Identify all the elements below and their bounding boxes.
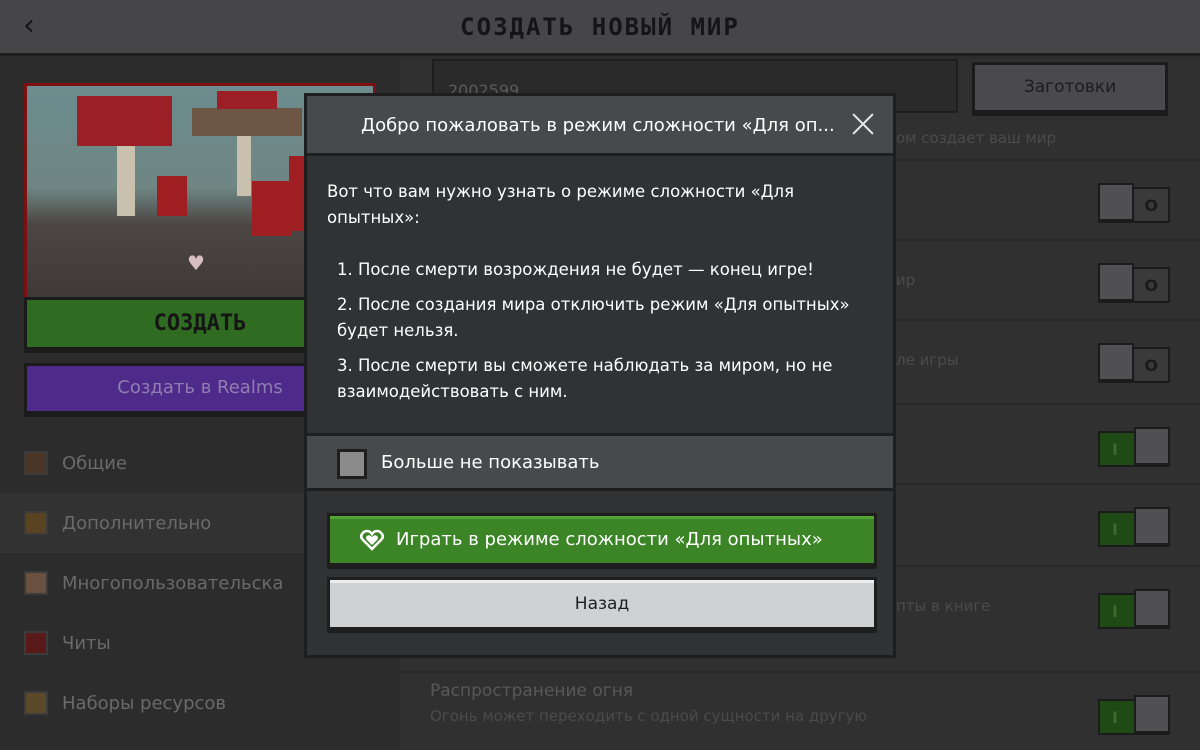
dialog-body: Вот что вам нужно узнать о режиме сложно… bbox=[307, 159, 893, 433]
nav-item-resource-packs[interactable]: Наборы ресурсов bbox=[0, 673, 400, 733]
toggle-switch[interactable]: I bbox=[1098, 695, 1170, 735]
setting-label: Распространение огня bbox=[430, 681, 634, 701]
setting-description: Огонь может переходить с одной сущности … bbox=[430, 707, 868, 725]
play-hardcore-button[interactable]: Играть в режиме сложности «Для опытных» bbox=[327, 513, 877, 569]
hardcore-welcome-dialog: Добро пожаловать в режим сложности «Для … bbox=[304, 93, 896, 658]
nav-item-label: Общие bbox=[62, 452, 127, 474]
dialog-intro-text: Вот что вам нужно узнать о режиме сложно… bbox=[327, 182, 795, 227]
nav-item-label: Многопользовательска bbox=[62, 572, 284, 594]
play-hardcore-label: Играть в режиме сложности «Для опытных» bbox=[396, 529, 823, 550]
dialog-rules-list: 1. После смерти возрождения не будет — к… bbox=[337, 257, 877, 405]
toggle-switch[interactable]: I bbox=[1098, 427, 1170, 467]
chest-icon bbox=[24, 511, 48, 535]
setting-row-fire-spread: Распространение огня Огонь может переход… bbox=[400, 671, 1200, 750]
presets-button[interactable]: Заготовки bbox=[972, 62, 1168, 116]
page-title: СОЗДАТЬ НОВЫЙ МИР bbox=[460, 13, 740, 41]
dont-show-again-label: Больше не показывать bbox=[381, 452, 600, 473]
toggle-switch[interactable]: O bbox=[1098, 263, 1170, 303]
toggle-switch[interactable]: O bbox=[1098, 183, 1170, 223]
hardcore-heart-icon bbox=[360, 529, 384, 551]
toggle-switch[interactable]: I bbox=[1098, 589, 1170, 629]
back-button-label: Назад bbox=[574, 594, 630, 614]
top-bar: ‹ СОЗДАТЬ НОВЫЙ МИР bbox=[0, 0, 1200, 56]
nav-item-label: Читы bbox=[62, 632, 111, 654]
rule-item: 1. После смерти возрождения не будет — к… bbox=[337, 260, 814, 279]
dialog-header: Добро пожаловать в режим сложности «Для … bbox=[307, 96, 893, 156]
dialog-title: Добро пожаловать в режим сложности «Для … bbox=[361, 115, 835, 136]
rule-item: 2. После создания мира отключить режим «… bbox=[337, 295, 850, 340]
nav-item-label: Наборы ресурсов bbox=[62, 692, 227, 714]
gear-icon bbox=[24, 451, 48, 475]
heart-icon: ♥ bbox=[187, 251, 205, 275]
nav-item-label: Дополнительно bbox=[62, 512, 212, 534]
cheats-icon bbox=[24, 631, 48, 655]
resource-pack-icon bbox=[24, 691, 48, 715]
back-button[interactable]: Назад bbox=[327, 577, 877, 633]
dont-show-again-checkbox[interactable] bbox=[337, 449, 367, 479]
rule-item: 3. После смерти вы сможете наблюдать за … bbox=[337, 356, 833, 401]
toggle-switch[interactable]: O bbox=[1098, 343, 1170, 383]
close-icon[interactable] bbox=[851, 112, 875, 136]
toggle-switch[interactable]: I bbox=[1098, 507, 1170, 547]
player-face-icon bbox=[24, 571, 48, 595]
dont-show-again-row[interactable]: Больше не показывать bbox=[307, 433, 893, 491]
seed-caption: ом создает ваш мир bbox=[896, 129, 1057, 147]
